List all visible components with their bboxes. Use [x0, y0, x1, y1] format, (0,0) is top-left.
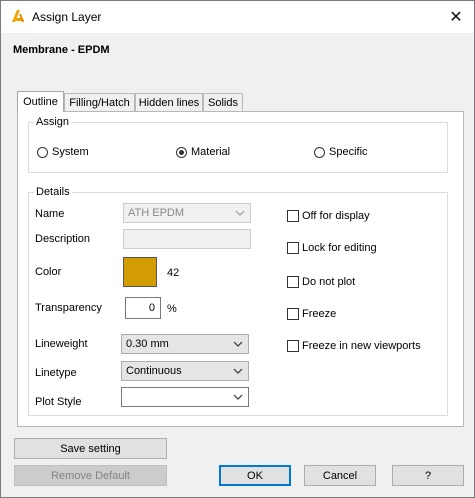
description-label: Description — [35, 233, 91, 245]
linetype-label: Linetype — [35, 367, 77, 379]
radio-material-label: Material — [191, 146, 231, 158]
plotstyle-label: Plot Style — [35, 396, 82, 408]
linetype-value: Continuous — [126, 365, 182, 377]
checkbox-freeze-in-new-viewports-box — [287, 340, 299, 352]
radio-specific-indicator — [314, 146, 325, 158]
plotstyle-dropdown[interactable] — [121, 387, 249, 407]
close-button[interactable]: ✕ — [441, 4, 471, 30]
lineweight-dropdown[interactable]: 0.30 mm — [121, 334, 249, 354]
cancel-button[interactable]: Cancel — [304, 465, 376, 486]
window-title: Assign Layer — [32, 10, 102, 24]
linetype-dropdown[interactable]: Continuous — [121, 361, 249, 381]
tab-hidden-lines-label: Hidden lines — [138, 96, 200, 109]
tab-outline-label: Outline — [23, 96, 58, 108]
checkbox-do-not-plot[interactable]: Do not plot — [287, 276, 355, 288]
remove-default-label: Remove Default — [51, 469, 130, 482]
cancel-label: Cancel — [322, 469, 358, 482]
save-setting-button[interactable]: Save setting — [14, 438, 167, 459]
title-bar: Assign Layer ✕ — [1, 1, 474, 33]
checkbox-lock-for-editing-box — [287, 242, 299, 254]
remove-default-button[interactable]: Remove Default — [14, 465, 167, 486]
tab-solids[interactable]: Solids — [203, 93, 243, 111]
radio-specific-label: Specific — [329, 146, 368, 158]
save-setting-label: Save setting — [60, 442, 121, 455]
name-value: ATH EPDM — [128, 207, 185, 219]
color-swatch[interactable] — [123, 257, 157, 287]
tab-filling-hatch[interactable]: Filling/Hatch — [64, 93, 135, 111]
checkbox-freeze-box — [287, 308, 299, 320]
help-label: ? — [424, 469, 432, 482]
checkbox-lock-for-editing-label: Lock for editing — [302, 242, 377, 254]
checkbox-freeze[interactable]: Freeze — [287, 308, 336, 320]
checkbox-freeze-label: Freeze — [302, 308, 337, 320]
radio-system-label: System — [52, 146, 89, 158]
app-logo-icon — [12, 10, 24, 22]
chevron-down-icon — [233, 394, 243, 400]
color-index: 42 — [167, 267, 180, 279]
tab-solids-label: Solids — [208, 96, 238, 109]
checkbox-off-for-display-box — [287, 210, 299, 222]
tab-outline[interactable]: Outline — [17, 91, 64, 112]
tab-filling-hatch-label: Filling/Hatch — [69, 96, 130, 109]
checkbox-off-for-display[interactable]: Off for display — [287, 210, 370, 222]
ok-button[interactable]: OK — [219, 465, 291, 486]
ok-label: OK — [247, 469, 263, 482]
chevron-down-icon — [233, 341, 243, 347]
chevron-down-icon — [233, 368, 243, 374]
checkbox-off-for-display-label: Off for display — [302, 210, 370, 222]
assign-group-title: Assign — [34, 116, 72, 128]
checkbox-freeze-in-new-viewports[interactable]: Freeze in new viewports — [287, 340, 421, 352]
transparency-unit: % — [167, 303, 177, 315]
checkbox-do-not-plot-box — [287, 276, 299, 288]
lineweight-value: 0.30 mm — [126, 338, 169, 350]
name-label: Name — [35, 208, 65, 220]
assign-group — [28, 122, 448, 173]
radio-system-indicator — [37, 146, 48, 158]
tab-hidden-lines[interactable]: Hidden lines — [135, 93, 203, 111]
assign-layer-dialog: Assign Layer ✕ Membrane - EPDM Outline F… — [0, 0, 475, 498]
checkbox-freeze-in-new-viewports-label: Freeze in new viewports — [302, 340, 421, 352]
transparency-value: 0 — [148, 302, 155, 314]
radio-system[interactable]: System — [37, 146, 89, 158]
checkbox-lock-for-editing[interactable]: Lock for editing — [287, 242, 377, 254]
radio-material[interactable]: Material — [176, 146, 230, 158]
lineweight-label: Lineweight — [35, 338, 88, 350]
transparency-input[interactable]: 0 — [125, 297, 161, 319]
color-label: Color — [35, 266, 62, 278]
details-group-title: Details — [34, 186, 72, 198]
transparency-label: Transparency — [35, 302, 102, 314]
description-field — [123, 229, 251, 249]
help-button[interactable]: ? — [392, 465, 464, 486]
name-dropdown[interactable]: ATH EPDM — [123, 203, 251, 223]
checkbox-do-not-plot-label: Do not plot — [302, 276, 356, 288]
chevron-down-icon — [235, 210, 245, 216]
radio-specific[interactable]: Specific — [314, 146, 368, 158]
close-icon: ✕ — [449, 9, 463, 26]
layer-name-heading: Membrane - EPDM — [13, 44, 110, 56]
radio-material-indicator — [176, 146, 187, 158]
